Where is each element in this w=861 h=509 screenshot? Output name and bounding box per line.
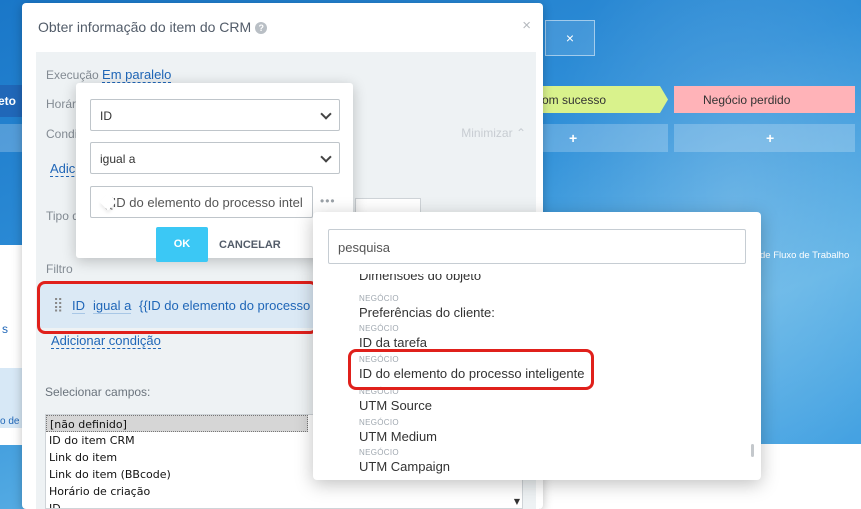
- list-item-name: ID da tarefa: [359, 335, 427, 350]
- list-item[interactable]: [não definido]: [46, 415, 308, 432]
- operator-select[interactable]: igual a: [90, 142, 340, 174]
- list-item[interactable]: Horário de criação: [46, 483, 522, 500]
- more-icon[interactable]: •••: [320, 194, 336, 208]
- select-fields-label: Selecionar campos:: [45, 385, 151, 399]
- stage-success-label: om sucesso: [542, 93, 607, 107]
- list-item-name: UTM Campaign: [359, 459, 451, 474]
- search-input[interactable]: pesquisa: [328, 229, 746, 264]
- ok-button[interactable]: OK: [156, 227, 208, 262]
- background-flow-text: de Fluxo de Trabalho: [760, 250, 850, 261]
- stage-success[interactable]: om sucesso: [540, 86, 668, 113]
- field-select-value: ID: [100, 109, 112, 123]
- highlight-box: [348, 349, 594, 390]
- plus-icon[interactable]: +: [766, 130, 774, 146]
- add-row[interactable]: [674, 124, 855, 152]
- execution-row: Execução Em paralelo: [46, 67, 172, 83]
- list-item-category: NEGÓCIO: [359, 448, 399, 457]
- execution-mode-link[interactable]: Em paralelo: [102, 67, 172, 83]
- scroll-down-icon[interactable]: ▼: [514, 497, 520, 506]
- chevron-up-icon: ⌃: [515, 126, 526, 140]
- highlight-box: [37, 281, 318, 334]
- condition-label: Condi: [46, 127, 78, 141]
- add-condition-link[interactable]: Adicionar condição: [51, 333, 161, 349]
- operator-select-value: igual a: [100, 152, 136, 166]
- add-row[interactable]: [540, 124, 668, 152]
- cancel-button[interactable]: CANCELAR: [219, 239, 281, 251]
- list-item-category: NEGÓCIO: [359, 294, 399, 303]
- dialog-title: Obter informação do item do CRM?: [38, 19, 268, 35]
- stage-lost-label: Negócio perdido: [703, 93, 791, 107]
- list-item-category: NEGÓCIO: [359, 324, 399, 333]
- filter-label: Filtro: [46, 262, 73, 276]
- list-item[interactable]: NEGÓCIO Preferências do cliente:: [359, 294, 495, 320]
- background-close-tab[interactable]: ×: [545, 20, 595, 56]
- close-icon: ×: [565, 30, 575, 46]
- dialog-title-text: Obter informação do item do CRM: [38, 19, 252, 35]
- type-label: Tipo d: [46, 209, 79, 223]
- help-icon[interactable]: ?: [255, 22, 268, 34]
- plus-icon[interactable]: +: [569, 130, 577, 146]
- hour-label: Horár: [46, 97, 77, 111]
- scrollbar[interactable]: [751, 444, 754, 457]
- list-item[interactable]: NEGÓCIO UTM Medium: [359, 418, 437, 444]
- minimize-button[interactable]: Minimizar ⌃: [461, 126, 526, 140]
- list-item-name: Dimensões do objeto: [359, 274, 482, 283]
- background-text: s: [2, 322, 8, 336]
- list-item[interactable]: NEGÓCIO UTM Campaign: [359, 448, 450, 474]
- close-icon[interactable]: ×: [522, 17, 531, 34]
- list-item[interactable]: NEGÓCIO UTM Source: [359, 387, 432, 413]
- list-item-name: Preferências do cliente:: [359, 305, 495, 320]
- stage-lost[interactable]: Negócio perdido: [674, 86, 855, 113]
- value-input[interactable]: {{ID do elemento do processo intel: [90, 186, 313, 218]
- minimize-label: Minimizar: [461, 126, 513, 140]
- list-item-category: NEGÓCIO: [359, 418, 399, 427]
- field-select[interactable]: ID: [90, 99, 340, 131]
- list-item[interactable]: ID: [46, 500, 522, 508]
- condition-editor-popup: ID igual a {{ID do elemento do processo …: [76, 83, 353, 262]
- list-item-name: UTM Source: [359, 398, 432, 413]
- list-item[interactable]: NEGÓCIO ID da tarefa: [359, 324, 427, 350]
- chevron-down-icon: [320, 151, 332, 163]
- stage-label: eto: [0, 94, 16, 108]
- execution-label: Execução: [46, 68, 99, 82]
- list-item-name: UTM Medium: [359, 429, 438, 444]
- list-item[interactable]: Dimensões do objeto: [359, 274, 481, 283]
- field-selector-dropdown: pesquisa Dimensões do objeto NEGÓCIO Pre…: [313, 212, 761, 480]
- chevron-down-icon: [320, 108, 332, 120]
